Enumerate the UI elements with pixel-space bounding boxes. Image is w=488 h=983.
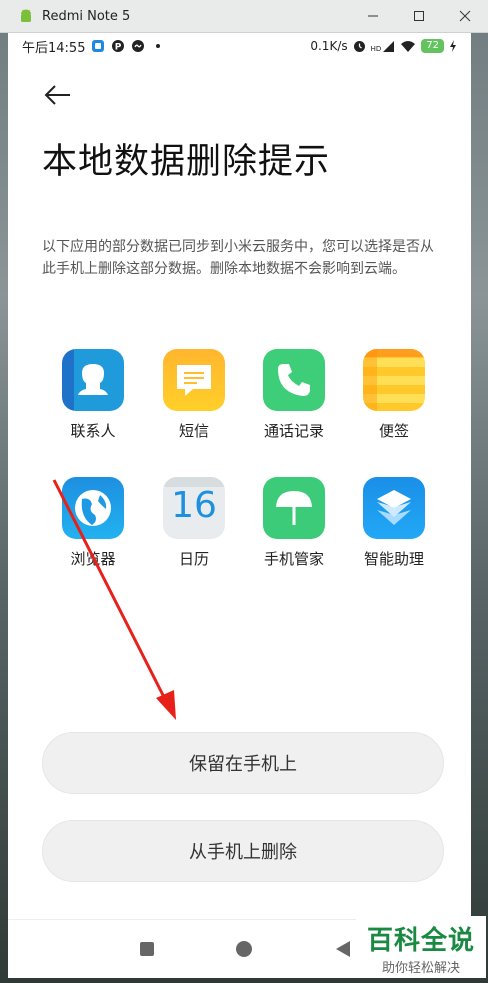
app-security[interactable]: 手机管家 bbox=[249, 477, 339, 569]
android-icon bbox=[21, 9, 31, 22]
app-calendar[interactable]: 16 日历 bbox=[149, 477, 239, 569]
app-contacts[interactable]: 联系人 bbox=[48, 349, 138, 441]
dot-icon bbox=[155, 43, 161, 49]
security-icon bbox=[263, 477, 325, 539]
maximize-button[interactable] bbox=[396, 0, 442, 32]
browser-icon bbox=[62, 477, 124, 539]
link-icon bbox=[131, 39, 145, 53]
circle-icon bbox=[236, 941, 252, 957]
watermark-title: 百科全说 bbox=[366, 926, 475, 956]
notes-icon bbox=[363, 349, 425, 411]
close-icon bbox=[459, 10, 471, 22]
calendar-day: 16 bbox=[171, 485, 217, 526]
alarm-icon bbox=[353, 40, 365, 52]
parking-icon: P bbox=[111, 39, 125, 53]
close-button[interactable] bbox=[442, 0, 488, 32]
page-title: 本地数据删除提示 bbox=[42, 142, 331, 182]
app-label: 通话记录 bbox=[263, 422, 324, 440]
app-label: 浏览器 bbox=[70, 550, 116, 568]
app-notes[interactable]: 便签 bbox=[349, 349, 439, 441]
back-arrow-icon bbox=[44, 85, 70, 105]
triangle-back-icon bbox=[336, 941, 350, 957]
battery-level: 72 bbox=[421, 39, 444, 53]
app-label: 联系人 bbox=[70, 422, 116, 440]
app-label: 智能助理 bbox=[363, 550, 424, 568]
phone-screen: 午后14:55 P 0.1K/s HD 72 本地数据删除提示 以下应用的部分数… bbox=[8, 33, 471, 978]
maximize-icon bbox=[414, 11, 424, 21]
window-title: Redmi Note 5 bbox=[42, 8, 131, 24]
home-button[interactable] bbox=[233, 938, 255, 960]
back-nav-button[interactable] bbox=[332, 938, 354, 960]
keep-on-phone-button[interactable]: 保留在手机上 bbox=[42, 732, 444, 794]
app-assistant[interactable]: 智能助理 bbox=[349, 477, 439, 569]
signal-icon bbox=[383, 40, 395, 52]
status-time: 午后14:55 bbox=[22, 40, 86, 56]
calendar-icon: 16 bbox=[163, 477, 225, 539]
assistant-icon bbox=[363, 477, 425, 539]
charging-icon bbox=[450, 40, 456, 52]
app-call-log[interactable]: 通话记录 bbox=[249, 349, 339, 441]
app-label: 短信 bbox=[178, 422, 209, 440]
contacts-icon bbox=[62, 349, 124, 411]
notification-app-icon bbox=[91, 39, 105, 53]
square-icon bbox=[140, 942, 154, 956]
hd-badge: HD bbox=[370, 44, 382, 53]
recents-button[interactable] bbox=[136, 938, 158, 960]
window-titlebar: Redmi Note 5 bbox=[0, 0, 488, 33]
watermark: 百科全说 助你轻松解决 bbox=[356, 916, 486, 978]
minimize-icon bbox=[368, 15, 378, 17]
svg-text:P: P bbox=[115, 43, 122, 53]
app-label: 日历 bbox=[178, 550, 209, 568]
phone-icon bbox=[263, 349, 325, 411]
app-label: 便签 bbox=[378, 422, 409, 440]
minimize-button[interactable] bbox=[350, 0, 396, 32]
delete-from-phone-button[interactable]: 从手机上删除 bbox=[42, 820, 444, 882]
back-button[interactable] bbox=[42, 81, 74, 109]
network-speed: 0.1K/s bbox=[310, 39, 348, 53]
app-label: 手机管家 bbox=[263, 550, 324, 568]
status-bar: 午后14:55 P 0.1K/s HD 72 bbox=[8, 33, 471, 59]
app-messages[interactable]: 短信 bbox=[149, 349, 239, 441]
messages-icon bbox=[163, 349, 225, 411]
page-description: 以下应用的部分数据已同步到小米云服务中，您可以选择是否从此手机上删除这部分数据。… bbox=[42, 239, 434, 277]
watermark-subtitle: 助你轻松解决 bbox=[381, 961, 460, 976]
app-browser[interactable]: 浏览器 bbox=[48, 477, 138, 569]
wifi-icon bbox=[401, 40, 416, 52]
